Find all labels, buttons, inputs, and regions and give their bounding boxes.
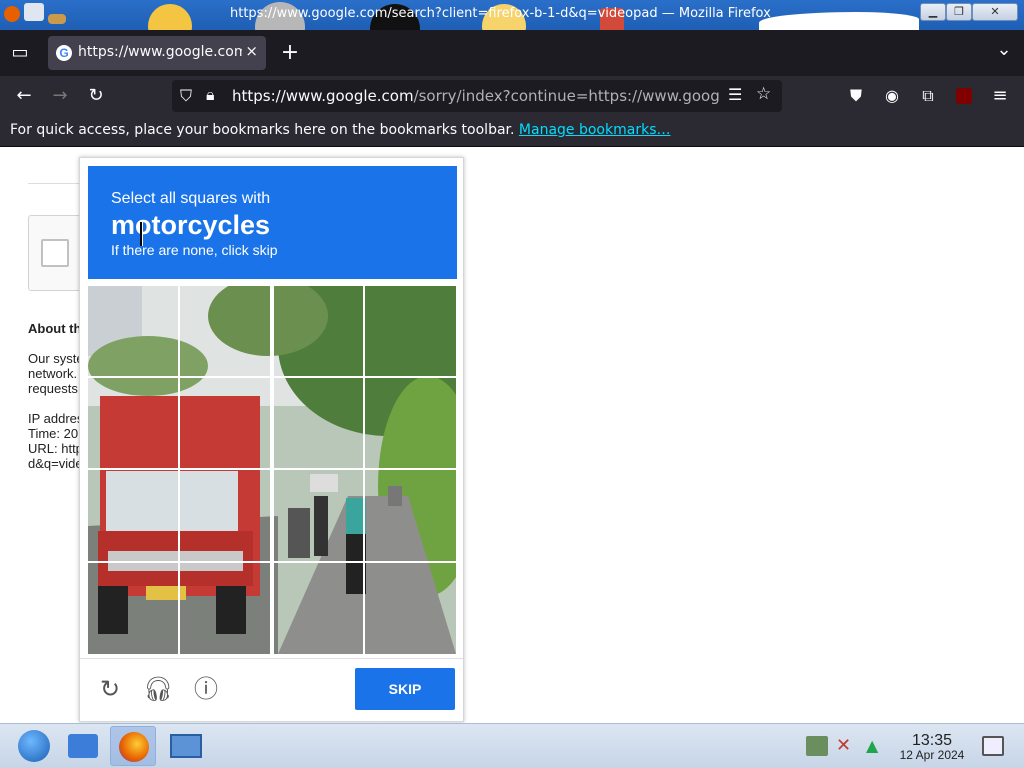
window-menu-icon[interactable] bbox=[24, 3, 44, 21]
firefox-view-icon[interactable]: ▭ bbox=[6, 39, 34, 67]
skip-button[interactable]: SKIP bbox=[355, 668, 455, 710]
ublock-origin-icon[interactable] bbox=[956, 88, 972, 104]
grid-tile-2-1[interactable] bbox=[88, 378, 178, 468]
forward-arrow-icon[interactable]: → bbox=[46, 82, 74, 110]
grid-tile-3-3[interactable] bbox=[274, 470, 364, 560]
grid-tile-1-1[interactable] bbox=[88, 286, 178, 376]
network-disconnected-icon[interactable]: ✕ bbox=[836, 736, 858, 756]
list-all-tabs-button[interactable]: ⌄ bbox=[990, 36, 1018, 64]
body-line-2: network. bbox=[28, 366, 78, 381]
firefox-logo-icon bbox=[4, 6, 20, 22]
tab-google[interactable]: G https://www.google.com/ × bbox=[48, 36, 266, 70]
url-path: /sorry/index?continue=https://www.google… bbox=[413, 87, 720, 105]
update-arrow-icon[interactable]: ▲ bbox=[866, 736, 886, 756]
challenge-header: Select all squares with motorcycles If t… bbox=[88, 166, 457, 279]
google-g-icon: G bbox=[56, 45, 72, 61]
image-grid bbox=[88, 286, 456, 654]
windows-logo-icon bbox=[18, 730, 50, 762]
window-titlebar: https://www.google.com/search?client=fir… bbox=[0, 0, 1024, 30]
bookmarks-hint-text: For quick access, place your bookmarks h… bbox=[10, 122, 515, 138]
close-tab-icon[interactable]: × bbox=[245, 42, 258, 60]
address-bar[interactable]: ⛉ 🔒︎ https://www.google.com/sorry/index?… bbox=[172, 80, 782, 112]
hamburger-menu-icon[interactable]: ≡ bbox=[986, 82, 1014, 110]
reload-icon[interactable]: ↻ bbox=[95, 674, 125, 704]
lock-icon[interactable]: 🔒︎ bbox=[206, 85, 215, 105]
body-line-1: Our syste bbox=[28, 351, 84, 366]
grid-tile-3-4[interactable] bbox=[365, 470, 455, 560]
bookmarks-toolbar: For quick access, place your bookmarks h… bbox=[0, 116, 1024, 147]
grid-tile-4-2[interactable] bbox=[180, 563, 270, 653]
text-cursor-icon bbox=[140, 222, 143, 246]
decoration-bowl-icon bbox=[48, 14, 66, 24]
firefox-taskbar-button[interactable] bbox=[110, 726, 156, 766]
tab-strip: ▭ G https://www.google.com/ × + ⌄ bbox=[0, 30, 1024, 76]
navigation-toolbar: ← → ↻ ⛉ 🔒︎ https://www.google.com/sorry/… bbox=[0, 76, 1024, 116]
show-desktop-icon[interactable] bbox=[982, 736, 1004, 756]
url-line-2: d&q=vide bbox=[28, 456, 83, 471]
challenge-target: motorcycles bbox=[111, 210, 271, 240]
bookmark-star-icon[interactable]: ☆ bbox=[756, 84, 771, 104]
grid-tile-1-4[interactable] bbox=[365, 286, 455, 376]
ip-address-line: IP addres bbox=[28, 411, 84, 426]
body-line-3: requests bbox=[28, 381, 78, 396]
close-window-button[interactable]: ✕ bbox=[972, 3, 1018, 21]
titlebar-wave-decoration bbox=[759, 12, 919, 30]
minimize-button[interactable]: ▁ bbox=[920, 3, 946, 21]
back-arrow-icon[interactable]: ← bbox=[10, 82, 38, 110]
pocket-icon[interactable]: ⛊ bbox=[842, 82, 870, 110]
grid-tile-2-2[interactable] bbox=[180, 378, 270, 468]
grid-tile-2-3[interactable] bbox=[274, 378, 364, 468]
audio-icon[interactable]: 🎧︎ bbox=[143, 674, 173, 704]
grid-tile-3-2[interactable] bbox=[180, 470, 270, 560]
tab-label: https://www.google.com/ bbox=[78, 44, 242, 60]
manage-bookmarks-link[interactable]: Manage bookmarks… bbox=[519, 122, 671, 138]
file-manager-button[interactable] bbox=[60, 726, 106, 766]
control-panel-button[interactable] bbox=[162, 726, 208, 766]
about-heading: About th bbox=[28, 321, 82, 336]
window-title: https://www.google.com/search?client=fir… bbox=[230, 6, 771, 21]
monitor-icon bbox=[170, 734, 202, 758]
firefox-icon bbox=[119, 732, 149, 762]
decoration-sun-icon bbox=[148, 4, 192, 30]
maximize-button[interactable]: ❐ bbox=[946, 3, 972, 21]
url-domain: https://www.google.com bbox=[232, 87, 414, 105]
challenge-hint: If there are none, click skip bbox=[111, 242, 278, 258]
new-tab-button[interactable]: + bbox=[276, 39, 304, 67]
notes-tray-icon[interactable] bbox=[806, 736, 828, 756]
reader-view-icon[interactable]: ☰ bbox=[728, 85, 742, 104]
url-line: URL: http bbox=[28, 441, 83, 456]
taskbar-clock[interactable]: 13:35 12 Apr 2024 bbox=[890, 732, 974, 762]
tracking-protection-shield-icon[interactable]: ⛉ bbox=[180, 86, 192, 106]
footer-divider bbox=[80, 658, 463, 659]
taskbar: ✕ ▲ 13:35 12 Apr 2024 bbox=[0, 723, 1024, 768]
reload-page-icon[interactable]: ↻ bbox=[82, 82, 110, 110]
recaptcha-checkbox[interactable] bbox=[41, 239, 69, 267]
folder-icon bbox=[68, 734, 98, 758]
extensions-puzzle-icon[interactable]: ⧉ bbox=[914, 82, 942, 110]
recaptcha-challenge: Select all squares with motorcycles If t… bbox=[79, 157, 464, 722]
grid-tile-2-4[interactable] bbox=[365, 378, 455, 468]
start-button[interactable] bbox=[10, 726, 56, 766]
grid-tile-4-3[interactable] bbox=[274, 563, 364, 653]
time-line: Time: 20 bbox=[28, 426, 79, 441]
grid-tile-4-4[interactable] bbox=[365, 563, 455, 653]
account-icon[interactable]: ◉ bbox=[878, 82, 906, 110]
url-text[interactable]: https://www.google.com/sorry/index?conti… bbox=[232, 87, 720, 105]
challenge-instruction: Select all squares with bbox=[111, 190, 271, 207]
info-icon[interactable]: ⓘ bbox=[191, 674, 221, 704]
grid-tile-3-1[interactable] bbox=[88, 470, 178, 560]
clock-date: 12 Apr 2024 bbox=[899, 748, 965, 762]
grid-tile-4-1[interactable] bbox=[88, 563, 178, 653]
grid-tile-1-3[interactable] bbox=[274, 286, 364, 376]
grid-tile-1-2[interactable] bbox=[180, 286, 270, 376]
